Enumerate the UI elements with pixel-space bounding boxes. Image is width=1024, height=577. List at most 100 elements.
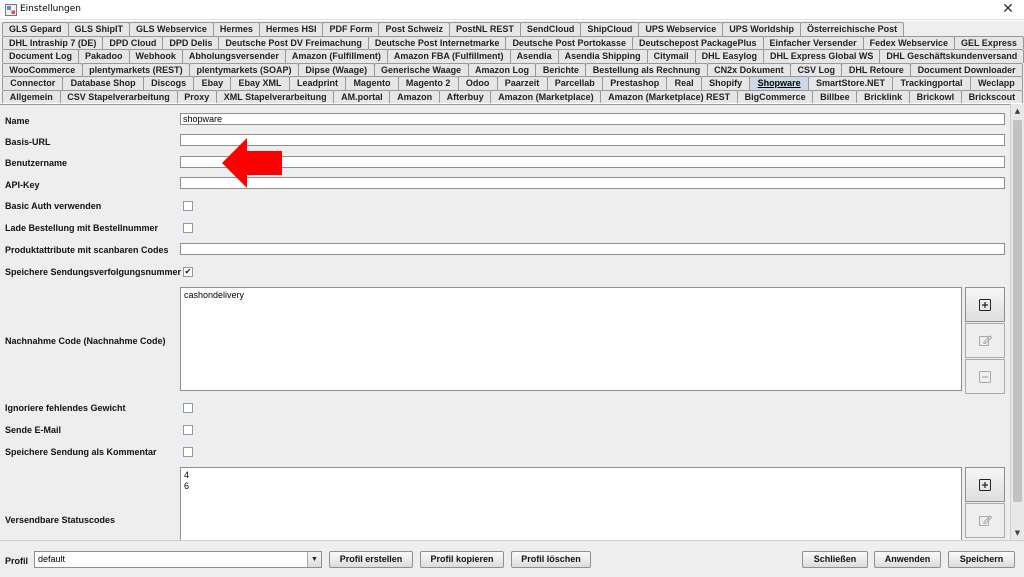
scroll-thumb[interactable]	[1013, 120, 1022, 502]
tab-asendia-shipping[interactable]: Asendia Shipping	[557, 49, 648, 63]
tab-österreichische-post[interactable]: Österreichische Post	[800, 22, 905, 36]
tab-discogs[interactable]: Discogs	[142, 76, 195, 90]
tab-citymail[interactable]: Citymail	[646, 49, 696, 63]
tab-generische-waage[interactable]: Generische Waage	[373, 62, 469, 76]
tab-shopify[interactable]: Shopify	[700, 76, 751, 90]
tab-cn2x-dokument[interactable]: CN2x Dokument	[706, 62, 792, 76]
tab-pdf-form[interactable]: PDF Form	[322, 22, 380, 36]
tab-ups-webservice[interactable]: UPS Webservice	[638, 22, 724, 36]
tab-magento[interactable]: Magento	[345, 76, 399, 90]
tab-csv-log[interactable]: CSV Log	[790, 62, 843, 76]
tab-prestashop[interactable]: Prestashop	[601, 76, 668, 90]
name-field[interactable]: shopware	[180, 113, 1005, 125]
tab-plentymarkets-rest[interactable]: plentymarkets (REST)	[81, 62, 191, 76]
sende-email-checkbox[interactable]	[183, 425, 193, 435]
profil-erstellen-button[interactable]: Profil erstellen	[329, 551, 413, 568]
tab-deutsche-post-internetmarke[interactable]: Deutsche Post Internetmarke	[367, 35, 507, 49]
profil-kopieren-button[interactable]: Profil kopieren	[420, 551, 504, 568]
tab-smartstore-net[interactable]: SmartStore.NET	[807, 76, 894, 90]
scroll-down-icon[interactable]: ▼	[1011, 526, 1024, 540]
tab-einfacher-versender[interactable]: Einfacher Versender	[762, 35, 864, 49]
tab-paarzeit[interactable]: Paarzeit	[496, 76, 548, 90]
schliessen-button[interactable]: Schließen	[802, 551, 868, 568]
tab-csv-stapelverarbeitung[interactable]: CSV Stapelverarbeitung	[59, 89, 178, 103]
tab-berichte[interactable]: Berichte	[535, 62, 587, 76]
nachnahme-list[interactable]: cashondelivery	[180, 287, 962, 391]
tab-hermes-hsi[interactable]: Hermes HSI	[258, 22, 324, 36]
tab-post-schweiz[interactable]: Post Schweiz	[378, 22, 450, 36]
tab-proxy[interactable]: Proxy	[176, 89, 218, 103]
speichern-button[interactable]: Speichern	[948, 551, 1015, 568]
scroll-up-icon[interactable]: ▲	[1011, 104, 1024, 118]
tab-real[interactable]: Real	[666, 76, 702, 90]
tab-document-log[interactable]: Document Log	[2, 49, 79, 63]
tab-shopware[interactable]: Shopware	[749, 76, 809, 90]
tab-amazon-marketplace-rest[interactable]: Amazon (Marketplace) REST	[600, 89, 738, 103]
tab-xml-stapelverarbeitung[interactable]: XML Stapelverarbeitung	[216, 89, 335, 103]
tab-ebay[interactable]: Ebay	[193, 76, 232, 90]
tab-leadprint[interactable]: Leadprint	[288, 76, 347, 90]
tab-amazon-fulfillment[interactable]: Amazon (Fulfillment)	[284, 49, 388, 63]
tab-dhl-intraship-7-de[interactable]: DHL Intraship 7 (DE)	[2, 35, 104, 49]
tab-allgemein[interactable]: Allgemein	[2, 89, 61, 103]
tab-database-shop[interactable]: Database Shop	[62, 76, 144, 90]
tab-weclapp[interactable]: Weclapp	[969, 76, 1023, 90]
tab-shipcloud[interactable]: ShipCloud	[580, 22, 640, 36]
tab-bestellung-als-rechnung[interactable]: Bestellung als Rechnung	[585, 62, 708, 76]
tab-postnl-rest[interactable]: PostNL REST	[448, 22, 521, 36]
tab-connector[interactable]: Connector	[2, 76, 64, 90]
speichere-tracking-checkbox[interactable]: ✔	[183, 267, 193, 277]
tab-amazon-log[interactable]: Amazon Log	[467, 62, 537, 76]
tab-bricklink[interactable]: Bricklink	[856, 89, 910, 103]
tab-dpd-delis[interactable]: DPD Delis	[162, 35, 220, 49]
tab-amazon-fba-fulfillment[interactable]: Amazon FBA (Fulfillment)	[386, 49, 511, 63]
tab-brickscout[interactable]: Brickscout	[960, 89, 1023, 103]
tab-bigcommerce[interactable]: BigCommerce	[736, 89, 814, 103]
profil-loeschen-button[interactable]: Profil löschen	[511, 551, 591, 568]
tab-dhl-easylog[interactable]: DHL Easylog	[694, 49, 764, 63]
tab-gel-express[interactable]: GEL Express	[953, 35, 1024, 49]
lade-bestellung-checkbox[interactable]	[183, 223, 193, 233]
tab-asendia[interactable]: Asendia	[509, 49, 559, 63]
tab-afterbuy[interactable]: Afterbuy	[438, 89, 492, 103]
speichere-kommentar-checkbox[interactable]	[183, 447, 193, 457]
basic-auth-checkbox[interactable]	[183, 201, 193, 211]
tab-dhl-express-global-ws[interactable]: DHL Express Global WS	[762, 49, 881, 63]
nachnahme-edit-button[interactable]	[965, 323, 1005, 358]
ignoriere-gewicht-checkbox[interactable]	[183, 403, 193, 413]
tab-odoo[interactable]: Odoo	[457, 76, 498, 90]
tab-abholungsversender[interactable]: Abholungsversender	[181, 49, 286, 63]
close-icon[interactable]: ✕	[1000, 1, 1016, 17]
tab-ebay-xml[interactable]: Ebay XML	[230, 76, 290, 90]
tab-trackingportal[interactable]: Trackingportal	[892, 76, 971, 90]
tab-gls-webservice[interactable]: GLS Webservice	[129, 22, 214, 36]
produktattribute-field[interactable]	[180, 243, 1005, 255]
tab-gls-shipit[interactable]: GLS ShipIT	[67, 22, 131, 36]
anwenden-button[interactable]: Anwenden	[874, 551, 941, 568]
tab-dipse-waage[interactable]: Dipse (Waage)	[298, 62, 375, 76]
nachnahme-add-button[interactable]	[965, 287, 1005, 322]
tab-deutsche-post-dv-freimachung[interactable]: Deutsche Post DV Freimachung	[218, 35, 369, 49]
nachnahme-remove-button[interactable]	[965, 359, 1005, 394]
tab-dhl-retoure[interactable]: DHL Retoure	[841, 62, 912, 76]
tab-webhook[interactable]: Webhook	[128, 49, 183, 63]
api-key-field[interactable]	[180, 177, 1005, 189]
tab-gls-gepard[interactable]: GLS Gepard	[2, 22, 69, 36]
tab-document-downloader[interactable]: Document Downloader	[910, 62, 1024, 76]
tab-dhl-geschäftskundenversand[interactable]: DHL Geschäftskundenversand	[879, 49, 1024, 63]
tab-parcellab[interactable]: Parcellab	[546, 76, 603, 90]
tab-ups-worldship[interactable]: UPS Worldship	[722, 22, 802, 36]
tab-woocommerce[interactable]: WooCommerce	[2, 62, 83, 76]
tab-brickowl[interactable]: Brickowl	[908, 89, 962, 103]
list-item[interactable]: 4	[184, 470, 958, 481]
tab-pakadoo[interactable]: Pakadoo	[78, 49, 130, 63]
tab-sendcloud[interactable]: SendCloud	[519, 22, 582, 36]
tab-fedex-webservice[interactable]: Fedex Webservice	[862, 35, 955, 49]
statuscodes-add-button[interactable]	[965, 467, 1005, 502]
statuscodes-edit-button[interactable]	[965, 503, 1005, 538]
list-item[interactable]: cashondelivery	[184, 290, 958, 301]
tab-amazon[interactable]: Amazon	[389, 89, 440, 103]
tab-deutschepost-packageplus[interactable]: Deutschepost PackagePlus	[631, 35, 764, 49]
profil-select[interactable]: default ▼	[34, 551, 322, 568]
chevron-down-icon[interactable]: ▼	[307, 552, 321, 567]
